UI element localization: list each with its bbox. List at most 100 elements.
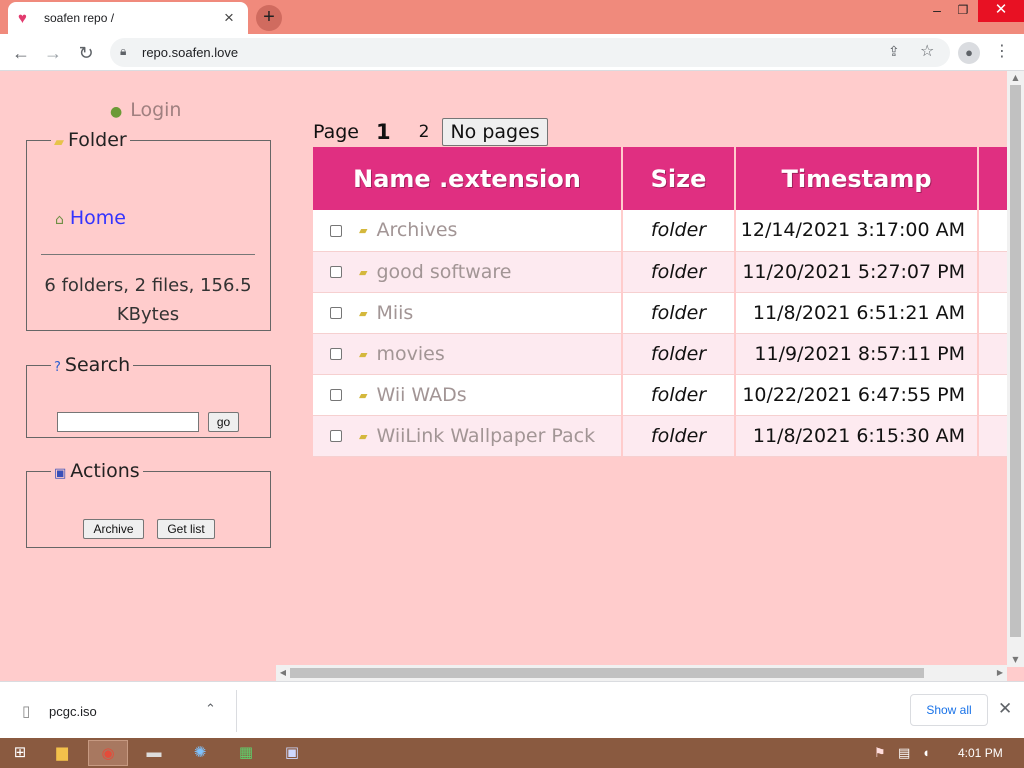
row-checkbox[interactable] <box>330 348 342 360</box>
chrome-icon[interactable]: ◉ <box>88 740 128 766</box>
window-close-button[interactable]: ✕ <box>978 0 1024 22</box>
table-row: ▰ Archives folder 12/14/2021 3:17:00 AM <box>313 210 1024 252</box>
download-separator <box>236 690 237 732</box>
profile-avatar-icon[interactable]: ● <box>958 42 980 64</box>
help-icon: ? <box>54 360 61 375</box>
size-cell: folder <box>622 251 736 293</box>
folder-name-link[interactable]: Miis <box>376 302 413 324</box>
scroll-up-arrow-icon[interactable]: ▲ <box>1007 71 1024 85</box>
get-list-button[interactable]: Get list <box>157 519 215 539</box>
share-icon[interactable]: ⇪ <box>888 43 900 60</box>
table-row: ▰ Wii WADs folder 10/22/2021 6:47:55 PM <box>313 374 1024 416</box>
folder-name-link[interactable]: movies <box>376 343 444 365</box>
login-label: Login <box>130 99 182 121</box>
home-label: Home <box>69 207 126 229</box>
tab-close-icon[interactable]: × <box>220 8 238 28</box>
search-go-button[interactable]: go <box>208 412 239 432</box>
row-checkbox[interactable] <box>330 389 342 401</box>
forward-arrow-icon[interactable]: → <box>40 40 66 66</box>
pager-page-2-link[interactable]: 2 <box>419 122 430 142</box>
name-cell: ▰ Miis <box>313 292 623 334</box>
file-table: Name .extension Size Timestamp ▰ Archives… <box>313 147 1024 457</box>
name-cell: ▰ movies <box>313 333 623 375</box>
actions-box: ▣ Actions Archive Get list <box>26 460 271 548</box>
pager: Page 1 2 No pages <box>313 117 548 147</box>
column-header-size[interactable]: Size <box>622 147 736 210</box>
row-checkbox[interactable] <box>330 224 342 237</box>
download-shelf: ▯ pcgc.iso ⌃ Show all ✕ <box>0 681 1024 738</box>
folder-icon: ▰ <box>359 265 368 279</box>
address-bar[interactable]: 🔒︎ repo.soafen.love ⇪ ☆ <box>110 38 950 67</box>
url-text[interactable]: repo.soafen.love <box>142 45 238 60</box>
folder-name-link[interactable]: Archives <box>376 219 457 241</box>
folder-legend: ▰ Folder <box>54 129 127 151</box>
taskbar-clock[interactable]: 4:01 PM <box>958 746 1003 760</box>
terminal-icon[interactable]: ▬ <box>134 740 174 766</box>
no-pages-button[interactable]: No pages <box>442 118 548 146</box>
window-minimize-button[interactable]: – <box>924 0 950 22</box>
size-cell: folder <box>622 415 736 457</box>
spreadsheet-icon[interactable]: ▦ <box>226 740 266 766</box>
home-link[interactable]: ⌂ Home <box>55 207 126 229</box>
folder-icon: ▰ <box>359 347 368 361</box>
table-row: ▰ good software folder 11/20/2021 5:27:07… <box>313 251 1024 293</box>
window-restore-button[interactable]: ❐ <box>950 0 976 22</box>
close-icon[interactable]: ✕ <box>998 699 1012 719</box>
scroll-down-arrow-icon[interactable]: ▼ <box>1007 653 1024 667</box>
row-checkbox[interactable] <box>330 307 342 319</box>
name-cell: ▰ good software <box>313 251 623 293</box>
download-file-name[interactable]: pcgc.iso <box>49 704 97 719</box>
kebab-menu-icon[interactable]: ⋮ <box>994 41 1010 61</box>
folder-icon: ▰ <box>359 224 368 238</box>
windows-start-icon[interactable]: ⊞ <box>4 740 36 766</box>
pager-current-page: 1 <box>376 120 391 144</box>
timestamp-cell: 12/14/2021 3:17:00 AM <box>735 210 979 252</box>
folder-box: ▰ Folder ⌂ Home 6 folders, 2 files, 156.5 … <box>26 129 271 331</box>
browser-tab[interactable]: ♥ soafen repo / × <box>8 2 248 34</box>
tab-title: soafen repo / <box>44 11 115 25</box>
search-box: ? Search go <box>26 354 271 438</box>
show-all-button[interactable]: Show all <box>910 694 988 726</box>
timestamp-cell: 10/22/2021 6:47:55 PM <box>735 374 979 416</box>
table-row: ▰ Miis folder 11/8/2021 6:51:21 AM <box>313 292 1024 334</box>
column-header-name[interactable]: Name .extension <box>313 147 623 210</box>
scroll-right-arrow-icon[interactable]: ▶ <box>993 665 1007 681</box>
bookmark-star-icon[interactable]: ☆ <box>920 41 934 61</box>
timestamp-cell: 11/8/2021 6:15:30 AM <box>735 415 979 457</box>
horizontal-scrollbar[interactable]: ◀ ▶ <box>276 665 1007 681</box>
app-window-icon[interactable]: ▣ <box>272 740 312 766</box>
table-row: ▰ movies folder 11/9/2021 8:57:11 PM <box>313 333 1024 375</box>
network-icon[interactable]: ▤ <box>898 745 910 761</box>
timestamp-cell: 11/9/2021 8:57:11 PM <box>735 333 979 375</box>
file-explorer-icon[interactable]: ▆ <box>42 740 82 766</box>
login-link[interactable]: ● Login <box>110 99 181 121</box>
horizontal-scroll-thumb[interactable] <box>290 668 924 678</box>
archive-button[interactable]: Archive <box>83 519 144 539</box>
size-cell: folder <box>622 210 736 252</box>
vertical-scrollbar[interactable]: ▲ ▼ <box>1007 71 1024 667</box>
pager-label: Page <box>313 121 359 143</box>
search-input[interactable] <box>57 412 199 432</box>
search-legend: ? Search <box>54 354 131 376</box>
lock-icon[interactable]: 🔒︎ <box>120 44 126 59</box>
table-header-row: Name .extension Size Timestamp <box>313 147 1024 210</box>
vertical-scroll-thumb[interactable] <box>1010 85 1021 637</box>
browser-toolbar: ← → ↻ 🔒︎ repo.soafen.love ⇪ ☆ ● ⋮ <box>0 34 1024 71</box>
app-settings-icon[interactable]: ✺ <box>180 740 220 766</box>
reload-icon[interactable]: ↻ <box>73 40 99 66</box>
heart-icon: ♥ <box>18 9 27 27</box>
folder-name-link[interactable]: good software <box>376 261 511 283</box>
new-tab-button[interactable]: + <box>256 5 282 31</box>
column-header-timestamp[interactable]: Timestamp <box>735 147 979 210</box>
size-cell: folder <box>622 333 736 375</box>
folder-name-link[interactable]: Wii WADs <box>376 384 466 406</box>
file-icon: ▯ <box>22 703 31 720</box>
action-center-flag-icon[interactable]: ⚑ <box>874 745 886 761</box>
row-checkbox[interactable] <box>330 266 342 278</box>
back-arrow-icon[interactable]: ← <box>8 40 34 66</box>
chevron-up-icon[interactable]: ⌃ <box>205 701 216 717</box>
volume-icon[interactable]: ◖ <box>922 745 930 760</box>
folder-name-link[interactable]: WiiLink Wallpaper Pack <box>376 425 595 447</box>
scroll-left-arrow-icon[interactable]: ◀ <box>276 665 290 681</box>
row-checkbox[interactable] <box>330 430 342 442</box>
